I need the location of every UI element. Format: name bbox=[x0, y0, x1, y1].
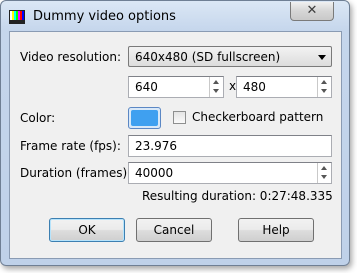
resulting-duration-text: Resulting duration: 0:27:48.335 bbox=[142, 189, 333, 203]
height-up-arrow-icon[interactable] bbox=[318, 77, 331, 87]
width-input[interactable]: 640 bbox=[128, 76, 224, 98]
duration-label: Duration (frames): bbox=[20, 166, 132, 180]
duration-down-arrow-icon[interactable] bbox=[318, 173, 331, 183]
dialog-body: Video resolution: 640x480 (SD fullscreen… bbox=[9, 31, 342, 259]
chevron-down-icon bbox=[318, 55, 326, 60]
help-button[interactable]: Help bbox=[238, 218, 314, 242]
width-spinner[interactable] bbox=[209, 77, 223, 97]
dialog-window: Dummy video options ✕ Video resolution: … bbox=[0, 0, 350, 266]
frame-rate-value: 23.976 bbox=[135, 139, 177, 153]
frame-rate-input[interactable]: 23.976 bbox=[128, 135, 332, 157]
video-resolution-value: 640x480 (SD fullscreen) bbox=[135, 50, 281, 64]
video-resolution-select[interactable]: 640x480 (SD fullscreen) bbox=[128, 46, 332, 67]
color-label: Color: bbox=[20, 111, 56, 125]
window-title: Dummy video options bbox=[33, 9, 176, 24]
duration-input[interactable]: 40000 bbox=[128, 162, 332, 184]
color-picker-button[interactable] bbox=[128, 107, 161, 129]
height-input[interactable]: 480 bbox=[236, 76, 332, 98]
close-button[interactable]: ✕ bbox=[290, 2, 334, 21]
checkerboard-label: Checkerboard pattern bbox=[192, 110, 324, 124]
video-resolution-label: Video resolution: bbox=[20, 50, 122, 64]
width-up-arrow-icon[interactable] bbox=[210, 77, 223, 87]
width-down-arrow-icon[interactable] bbox=[210, 87, 223, 97]
width-value: 640 bbox=[135, 80, 158, 94]
frame-rate-label: Frame rate (fps): bbox=[20, 139, 121, 153]
duration-up-arrow-icon[interactable] bbox=[318, 163, 331, 173]
checkerboard-checkbox[interactable] bbox=[173, 111, 186, 124]
height-spinner[interactable] bbox=[317, 77, 331, 97]
test-pattern-icon bbox=[9, 10, 25, 24]
ok-button[interactable]: OK bbox=[49, 218, 125, 242]
height-value: 480 bbox=[243, 80, 266, 94]
duration-spinner[interactable] bbox=[317, 163, 331, 183]
duration-value: 40000 bbox=[135, 166, 174, 180]
cancel-button[interactable]: Cancel bbox=[136, 218, 212, 242]
height-down-arrow-icon[interactable] bbox=[318, 87, 331, 97]
color-swatch bbox=[131, 110, 158, 126]
